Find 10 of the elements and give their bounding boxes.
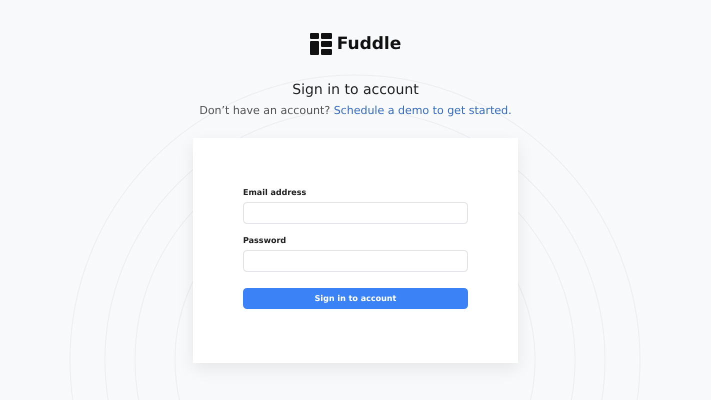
page-title: Sign in to account	[292, 82, 419, 98]
field-label: Email address	[243, 188, 308, 197]
field-label: Password	[243, 236, 288, 245]
input-field[interactable]	[243, 250, 468, 272]
logo-icon	[310, 33, 332, 55]
schedule-demo-link[interactable]: Schedule a demo to get started.	[334, 104, 512, 117]
brand-name: Fuddle	[336, 34, 402, 54]
sign-in-button[interactable]: Sign in to account	[243, 288, 468, 309]
signup-prompt: Don’t have an account?	[199, 104, 330, 117]
input-field[interactable]	[243, 202, 468, 224]
